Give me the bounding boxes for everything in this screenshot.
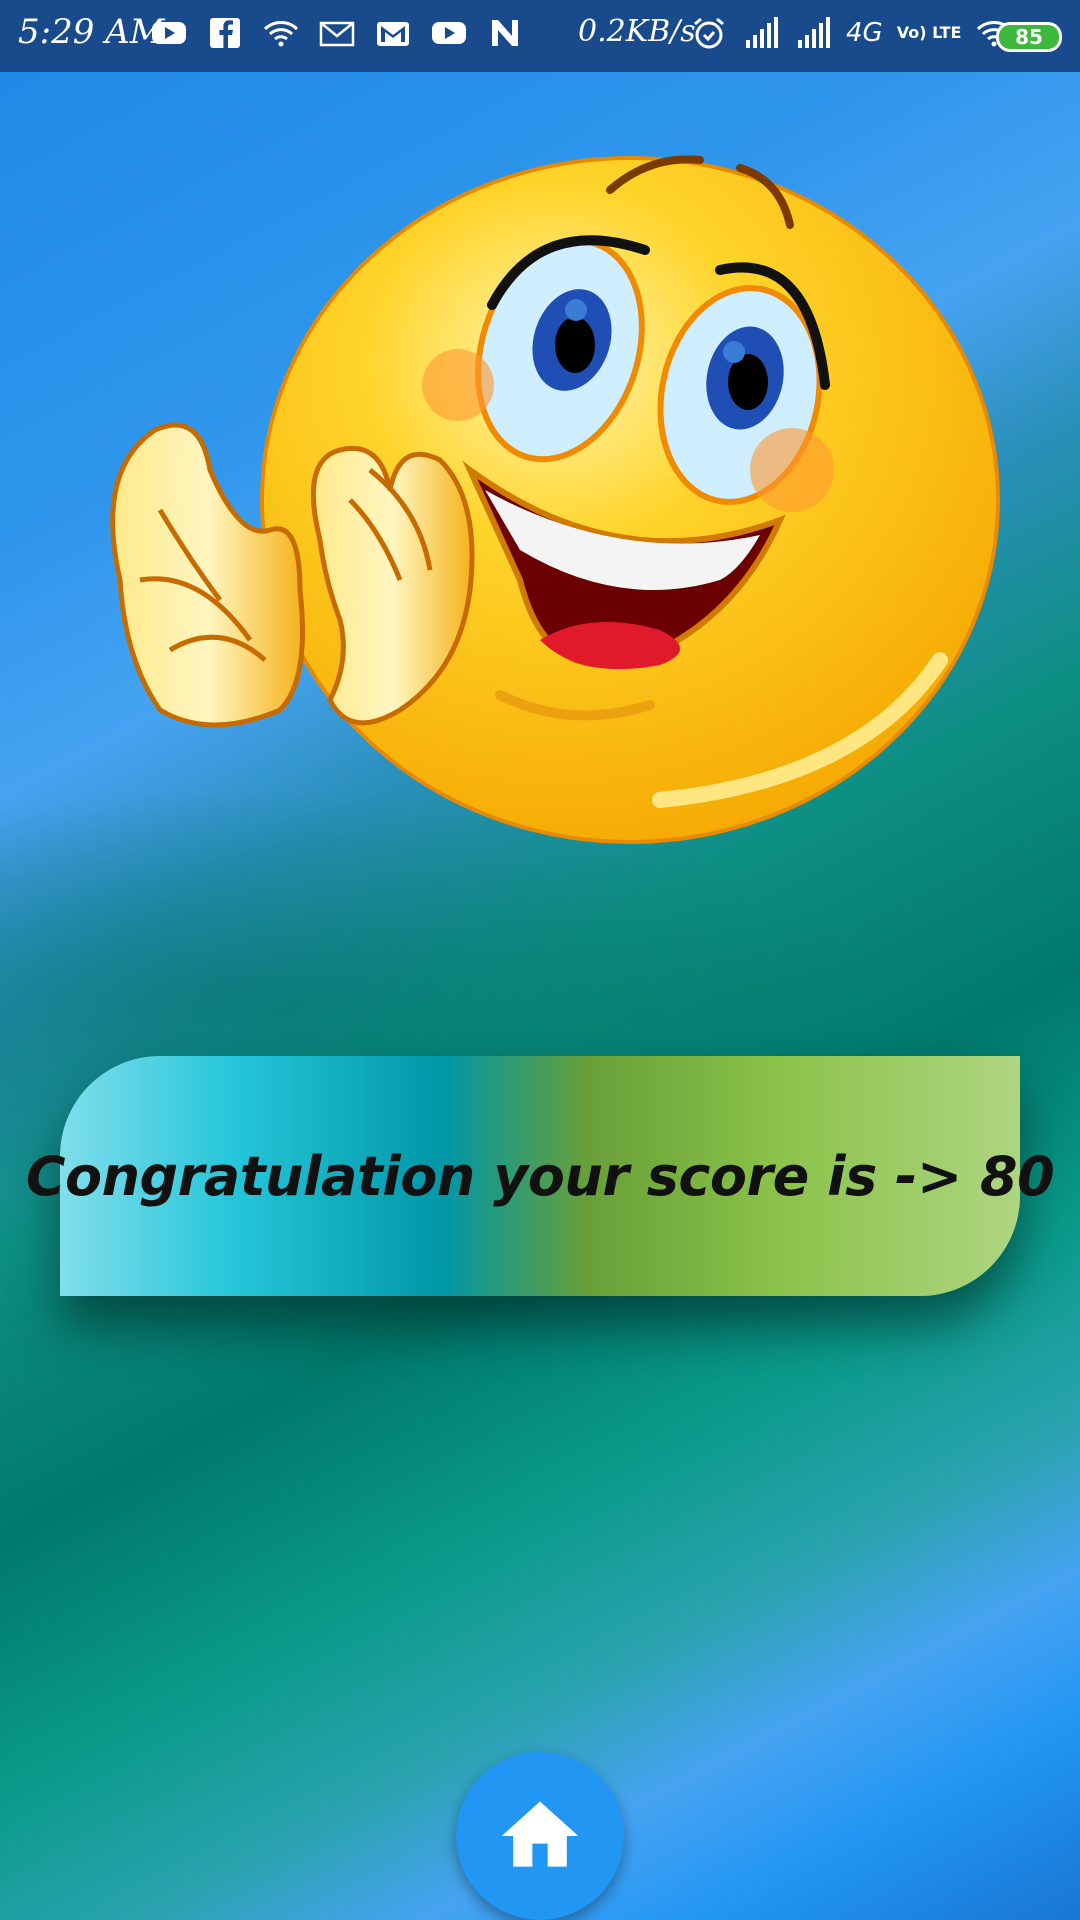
signal-icon xyxy=(794,14,832,52)
status-bar: 5:29 AM 0.2KB/s 4G Vo) LTE 85 xyxy=(0,0,1080,72)
gmail-icon xyxy=(374,14,412,52)
status-time: 5:29 AM xyxy=(18,12,165,52)
home-icon xyxy=(501,1801,579,1867)
youtube-icon xyxy=(150,14,188,52)
volte-indicator: Vo) LTE xyxy=(896,23,962,42)
signal-icon xyxy=(742,14,780,52)
youtube-icon xyxy=(430,14,468,52)
alarm-icon xyxy=(690,14,728,52)
score-card: Congratulation your score is -> 80 xyxy=(26,1056,1055,1296)
score-message: Congratulation your score is -> 80 xyxy=(25,1144,1055,1208)
battery-indicator: 85 xyxy=(996,22,1062,52)
network-speed: 0.2KB/s xyxy=(578,14,696,49)
laughing-emoji-image xyxy=(110,155,1000,844)
notification-icons xyxy=(150,14,524,52)
system-icons: 4G Vo) LTE xyxy=(690,14,1013,52)
wifi-icon xyxy=(262,14,300,52)
home-button[interactable] xyxy=(456,1752,624,1920)
network-type: 4G xyxy=(846,18,883,48)
mail-icon xyxy=(318,14,356,52)
n-icon xyxy=(486,14,524,52)
facebook-icon xyxy=(206,14,244,52)
